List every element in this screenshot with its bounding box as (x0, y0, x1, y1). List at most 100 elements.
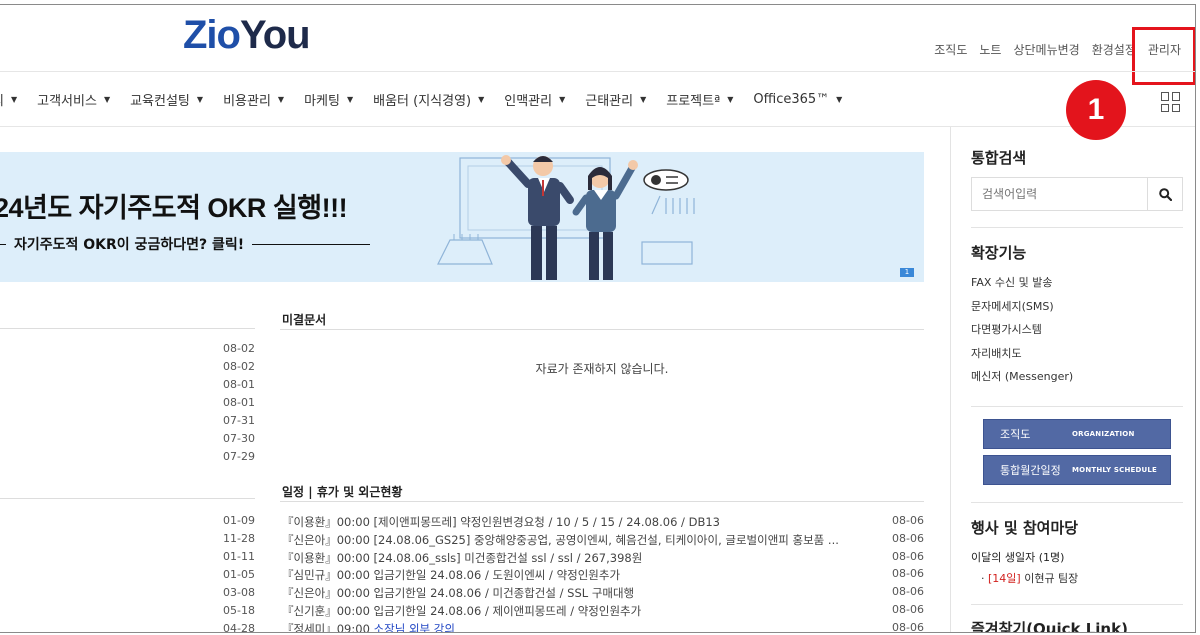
schedule-date: 08-06 (892, 602, 924, 616)
banner-title: 24년도 자기주도적 OKR 실행!!! (0, 193, 348, 223)
schedule-divider (280, 501, 924, 502)
list-item-date: 07-30 (223, 432, 255, 445)
sidebar-divider (971, 604, 1183, 605)
schedule-row[interactable]: 『심민규』00:00 입금기한일 24.08.06 / 도원이엔씨 / 약정인원… (282, 567, 924, 585)
nav-item-label: 배움터 (지식경영) (373, 94, 472, 109)
schedule-date: 08-06 (892, 549, 924, 563)
schedule-text: 『이용환』00:00 [24.08.06_ssls] 미건종합건설 ssl / … (282, 550, 643, 565)
events-title: 행사 및 참여마당 (971, 519, 1079, 537)
sidebar-divider (971, 227, 1183, 228)
search-title: 통합검색 (971, 149, 1027, 167)
nav-item-3[interactable]: 비용관리 ▼ (223, 90, 284, 109)
list-item-date: 08-02 (223, 342, 255, 355)
chevron-down-icon: ▼ (640, 95, 647, 104)
list-item-date: 07-31 (223, 414, 255, 427)
banner-subtitle: 자기주도적 OKR이 궁금하다면? 클릭! (0, 234, 371, 254)
pending-docs-divider (280, 329, 924, 330)
schedule-date: 08-06 (892, 620, 924, 633)
sidebar-divider (971, 406, 1183, 407)
schedule-date: 08-06 (892, 514, 924, 527)
ext-item-messenger[interactable]: 메신저 (Messenger) (971, 368, 1073, 392)
schedule-row[interactable]: 『정세미』09:00 소장님 외부 강의 08-06 (282, 620, 924, 633)
nav-item-label: 프로젝트ª (666, 94, 721, 109)
ext-item-evaluation[interactable]: 다면평가시스템 (971, 321, 1073, 345)
list-item-date: 01-09 (223, 514, 255, 527)
list-item-date: 01-11 (223, 550, 255, 563)
nav-item-9[interactable]: Office365™ ▼ (753, 90, 842, 109)
birthday-entry[interactable]: · [14일] 이현규 팀장 (981, 570, 1078, 586)
list-item-date: 08-01 (223, 396, 255, 409)
schedule-row[interactable]: 『신은아』00:00 [24.08.06_GS25] 중앙해양중공업, 공영이엔… (282, 532, 924, 550)
list-item-date: 04-28 (223, 622, 255, 633)
chevron-down-icon: ▼ (103, 95, 111, 104)
nav-menu: 리▼고객서비스▼교육컨설팅▼비용관리▼마케팅▼배움터 (지식경영)▼인맥관리▼근… (0, 90, 862, 109)
left-list-dates-top: 08-02 08-02 08-01 08-01 07-31 07-30 07-29 (0, 342, 255, 468)
app-grid-icon[interactable] (1161, 92, 1181, 112)
nav-item-8[interactable]: 프로젝트ª ▼ (666, 90, 733, 109)
list-item-date: 01-05 (223, 568, 255, 581)
ext-item-seat-chart[interactable]: 자리배치도 (971, 345, 1073, 369)
right-sidebar: 통합검색 확장기능 FAX 수신 및 발송 문자메세지(SMS) 다면평가시스템… (950, 127, 1195, 633)
chevron-down-icon: ▼ (196, 95, 204, 104)
ext-item-sms[interactable]: 문자메세지(SMS) (971, 298, 1073, 322)
nav-item-label: 교육컨설팅 (130, 94, 190, 109)
chevron-down-icon: ▼ (559, 95, 566, 104)
schedule-list: 『이용환』00:00 [제이앤피몽뜨레] 약정인원변경요청 / 10 / 5 /… (282, 514, 924, 633)
schedule-date: 08-06 (892, 585, 924, 599)
okr-banner[interactable]: 24년도 자기주도적 OKR 실행!!! 자기주도적 OKR이 궁금하다면? 클… (0, 152, 924, 282)
schedule-date: 08-06 (892, 531, 924, 545)
search-box (971, 177, 1183, 211)
chevron-down-icon: ▼ (478, 95, 485, 104)
nav-item-label: 리 (0, 90, 4, 109)
schedule-text: 『이용환』00:00 [제이앤피몽뜨레] 약정인원변경요청 / 10 / 5 /… (282, 515, 720, 529)
ziyou-logo[interactable]: ZioYou (183, 13, 311, 57)
nav-item-label: 인맥관리 (504, 94, 553, 109)
nav-item-1[interactable]: 고객서비스 ▼ (37, 90, 110, 109)
ext-item-fax[interactable]: FAX 수신 및 발송 (971, 274, 1073, 298)
chevron-down-icon: ▼ (836, 95, 843, 104)
schedule-link[interactable]: 소장님 외부 강의 (374, 622, 455, 632)
schedule-row[interactable]: 『신기훈』00:00 입금기한일 24.08.06 / 제이앤피몽뜨레 / 약정… (282, 603, 924, 621)
nav-item-label: 마케팅 (304, 94, 340, 109)
nav-item-2[interactable]: 교육컨설팅 ▼ (130, 90, 203, 109)
left-list-dates-bottom: 01-09 11-28 01-11 01-05 03-08 05-18 04-28 (0, 514, 255, 633)
schedule-text: 『정세미』09:00 (282, 621, 374, 633)
search-button[interactable] (1147, 178, 1182, 210)
nav-item-7[interactable]: 근태관리 ▼ (585, 90, 646, 109)
org-chart-button[interactable]: 조직도 ORGANIZATION (983, 419, 1171, 449)
nav-item-4[interactable]: 마케팅 ▼ (304, 90, 353, 109)
list-item-date: 03-08 (223, 586, 255, 599)
search-input[interactable] (972, 178, 1147, 210)
app-window: ZioYou 조직도 노트 상단메뉴변경 환경설정 관리자 1 리▼고객서비스▼… (0, 4, 1196, 633)
nav-item-5[interactable]: 배움터 (지식경영) ▼ (373, 90, 484, 109)
business-people-illustration (437, 155, 695, 280)
nav-item-0[interactable]: 리▼ (0, 90, 17, 109)
schedule-row[interactable]: 『이용환』00:00 [24.08.06_ssls] 미건종합건설 ssl / … (282, 550, 924, 568)
extensions-title: 확장기능 (971, 244, 1027, 262)
schedule-row[interactable]: 『신은아』00:00 입금기한일 24.08.06 / 미건종합건설 / SSL… (282, 585, 924, 603)
top-link-menu-change[interactable]: 상단메뉴변경 (1013, 41, 1079, 58)
list-item-date: 07-29 (223, 450, 255, 463)
schedule-text: 『신은아』00:00 입금기한일 24.08.06 / 미건종합건설 / SSL… (282, 586, 635, 601)
nav-item-6[interactable]: 인맥관리 ▼ (504, 90, 565, 109)
nav-item-label: 비용관리 (223, 94, 271, 109)
list-item-date: 08-01 (223, 378, 255, 391)
schedule-title: 일정 | 휴가 및 외근현황 (282, 485, 403, 499)
banner-page-tag[interactable]: 1 (900, 268, 914, 277)
logo-text-zio: Zio (183, 13, 241, 57)
schedule-text: 『신기훈』00:00 입금기한일 24.08.06 / 제이앤피몽뜨레 / 약정… (282, 603, 642, 618)
schedule-text: 『신은아』00:00 [24.08.06_GS25] 중앙해양중공업, 공영이엔… (282, 532, 839, 547)
chevron-down-icon: ▼ (277, 95, 285, 104)
top-link-org-chart[interactable]: 조직도 (934, 41, 967, 58)
monthly-schedule-button[interactable]: 통합월간일정 MONTHLY SCHEDULE (983, 455, 1171, 485)
top-link-settings[interactable]: 환경설정 (1092, 41, 1136, 58)
top-link-note[interactable]: 노트 (979, 41, 1001, 58)
main-nav: 리▼고객서비스▼교육컨설팅▼비용관리▼마케팅▼배움터 (지식경영)▼인맥관리▼근… (0, 71, 1195, 127)
chevron-down-icon: ▼ (346, 95, 354, 104)
list-item-date: 05-18 (223, 604, 255, 617)
schedule-row[interactable]: 『이용환』00:00 [제이앤피몽뜨레] 약정인원변경요청 / 10 / 5 /… (282, 514, 924, 532)
left-divider (0, 498, 255, 499)
pending-docs-title: 미결문서 (282, 313, 327, 327)
schedule-date: 08-06 (892, 567, 924, 581)
quick-link-title: 즐겨찾기(Quick Link) (971, 620, 1128, 633)
